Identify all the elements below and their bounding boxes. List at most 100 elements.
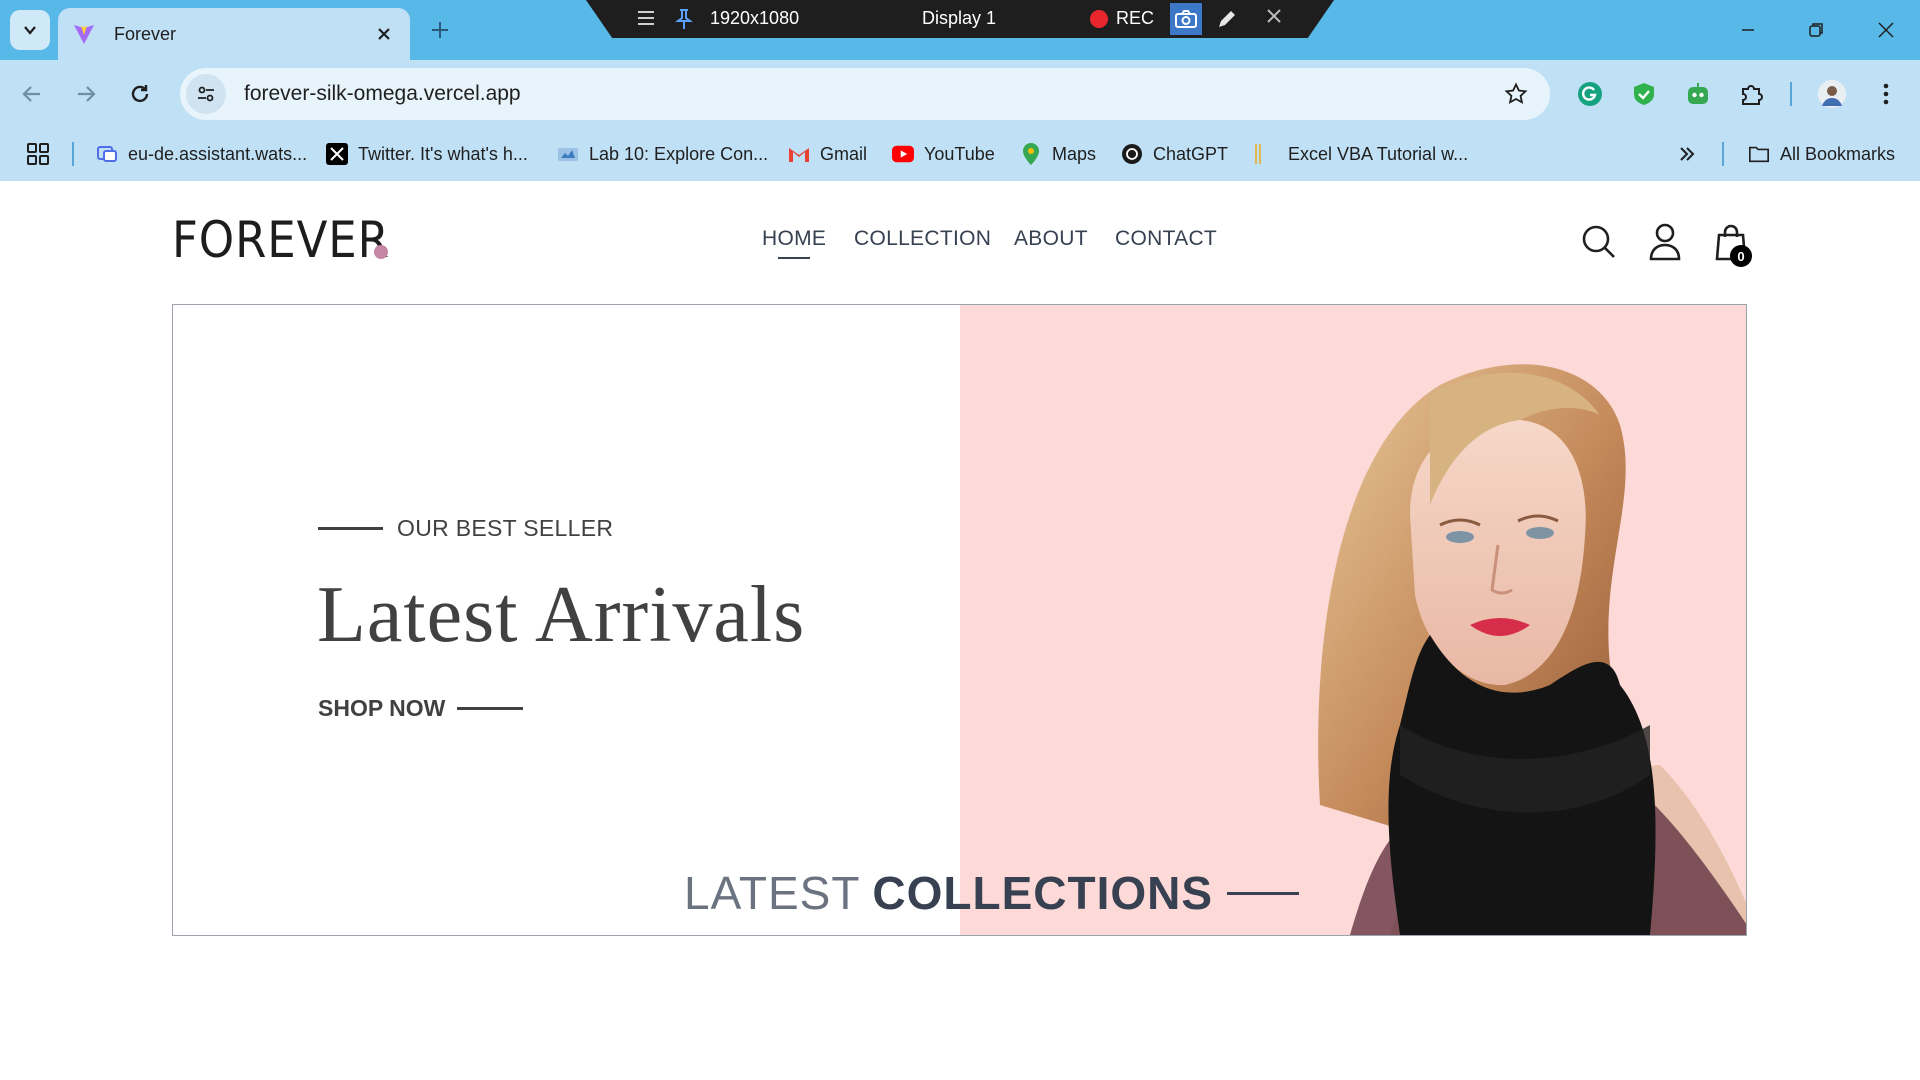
bookmark-item[interactable]: Lab 10: Explore Con... (557, 138, 768, 170)
nav-label: HOME (762, 227, 827, 250)
hero-text-panel: OUR BEST SELLER Latest Arrivals SHOP NOW (173, 305, 960, 935)
nav-collection[interactable]: COLLECTION (854, 227, 991, 251)
screen-recorder-bar: 1920x1080 Display 1 REC (586, 0, 1334, 38)
bookmark-item[interactable]: Maps (1020, 138, 1096, 170)
rec-label: REC (1116, 8, 1155, 28)
all-bookmarks-label: All Bookmarks (1780, 143, 1896, 164)
browser-tab[interactable]: Forever (58, 8, 410, 60)
hero-model-image (1318, 364, 1746, 935)
chevron-down-icon (24, 26, 36, 35)
new-tab-icon[interactable] (424, 14, 456, 46)
shop-now-line (457, 707, 524, 710)
shield-extension-icon[interactable] (1624, 74, 1664, 114)
forward-icon[interactable] (68, 76, 104, 112)
toolbar-divider (1790, 82, 1792, 106)
nav-home[interactable]: HOME (762, 227, 826, 259)
restore-icon[interactable] (1798, 12, 1834, 48)
menu-icon[interactable] (636, 8, 656, 28)
bookmark-label: eu-de.assistant.wats... (128, 143, 308, 164)
eyebrow-text: OUR BEST SELLER (397, 515, 614, 541)
bookmark-label: YouTube (924, 143, 995, 164)
chatgpt-icon (1121, 143, 1143, 165)
watson-icon (96, 143, 118, 165)
search-icon[interactable] (1578, 221, 1620, 263)
gmail-icon (788, 143, 810, 165)
chrome-menu-icon[interactable] (1866, 74, 1906, 114)
bookmark-label: Maps (1052, 143, 1097, 164)
browser-chrome: Forever 1920x1080 Display 1 REC forever-… (0, 0, 1920, 181)
tab-strip: Forever 1920x1080 Display 1 REC (0, 0, 1920, 60)
nav-label: CONTACT (1115, 227, 1218, 250)
pin-icon[interactable] (674, 8, 694, 30)
tab-title: Forever (114, 23, 177, 44)
grammarly-icon[interactable] (1570, 74, 1610, 114)
logo-dot (374, 245, 388, 259)
minimize-icon[interactable] (1730, 12, 1766, 48)
more-bookmarks-icon[interactable] (1678, 138, 1696, 170)
web-page: FOREVER HOME COLLECTION ABOUT CONTACT 0 … (0, 181, 1920, 1080)
vite-favicon-icon (74, 25, 94, 44)
eyebrow-line (318, 527, 383, 530)
bookmark-icon (1248, 143, 1270, 165)
active-underline (778, 257, 811, 259)
bookmark-item[interactable]: ChatGPT (1121, 138, 1228, 170)
maps-icon (1020, 143, 1042, 165)
bookmark-label: Lab 10: Explore Con... (589, 143, 769, 164)
section-title-light: LATEST (684, 867, 861, 919)
bookmarks-divider (1722, 142, 1724, 166)
youtube-icon (892, 143, 914, 165)
close-window-icon[interactable] (1868, 12, 1904, 48)
folder-icon (1748, 143, 1770, 165)
bookmark-item[interactable]: eu-de.assistant.wats... (96, 138, 307, 170)
nav-about[interactable]: ABOUT (1014, 227, 1088, 251)
rec-button[interactable]: REC (1090, 8, 1154, 29)
bookmark-item[interactable]: Excel VBA Tutorial w... (1248, 138, 1468, 170)
site-logo[interactable]: FOREVER (172, 211, 390, 269)
browser-toolbar: forever-silk-omega.vercel.app (0, 60, 1920, 128)
apps-grid-icon[interactable] (26, 138, 50, 170)
all-bookmarks[interactable]: All Bookmarks (1748, 138, 1895, 170)
nav-label: COLLECTION (854, 227, 992, 250)
shop-now-link[interactable]: SHOP NOW (318, 695, 524, 722)
record-dot-icon (1090, 9, 1108, 28)
bookmarks-bar: eu-de.assistant.wats... Twitter. It's wh… (0, 128, 1920, 181)
x-icon (326, 143, 348, 165)
profile-icon[interactable] (1644, 221, 1686, 263)
section-heading: LATEST COLLECTIONS (684, 866, 1300, 920)
hero-image-panel (960, 305, 1746, 935)
bookmark-label: Excel VBA Tutorial w... (1288, 143, 1469, 164)
close-recorder-icon[interactable] (1266, 8, 1282, 24)
back-icon[interactable] (14, 76, 50, 112)
address-bar[interactable]: forever-silk-omega.vercel.app (180, 68, 1550, 120)
nav-label: ABOUT (1014, 227, 1088, 250)
lab-icon (557, 143, 579, 165)
tab-search-button[interactable] (10, 10, 50, 50)
bookmark-item[interactable]: Gmail (788, 138, 867, 170)
shop-now-label: SHOP NOW (318, 695, 446, 721)
bookmark-label: Gmail (820, 143, 868, 164)
camera-icon[interactable] (1170, 3, 1202, 35)
recorder-resolution: 1920x1080 (710, 8, 800, 28)
profile-avatar[interactable] (1812, 74, 1852, 114)
cart-count-badge: 0 (1730, 245, 1752, 267)
section-title-bold: COLLECTIONS (872, 867, 1214, 919)
url-text[interactable]: forever-silk-omega.vercel.app (244, 82, 1496, 106)
bookmark-item[interactable]: Twitter. It's what's h... (326, 138, 528, 170)
extensions-puzzle-icon[interactable] (1732, 74, 1772, 114)
bookmark-label: ChatGPT (1153, 143, 1229, 164)
hero-title: Latest Arrivals (317, 571, 806, 659)
recorder-display[interactable]: Display 1 (922, 8, 996, 29)
site-info-icon[interactable] (186, 74, 226, 114)
bookmarks-divider (72, 142, 74, 166)
hero-banner: OUR BEST SELLER Latest Arrivals SHOP NOW (172, 304, 1747, 936)
bookmark-star-icon[interactable] (1496, 74, 1536, 114)
robot-extension-icon[interactable] (1678, 74, 1718, 114)
nav-contact[interactable]: CONTACT (1115, 227, 1217, 251)
section-title-line (1227, 891, 1300, 895)
reload-icon[interactable] (122, 76, 158, 112)
bookmark-label: Twitter. It's what's h... (358, 143, 528, 164)
hero-eyebrow: OUR BEST SELLER (318, 515, 613, 542)
pencil-icon[interactable] (1216, 8, 1238, 30)
close-tab-icon[interactable] (372, 22, 396, 46)
bookmark-item[interactable]: YouTube (892, 138, 995, 170)
